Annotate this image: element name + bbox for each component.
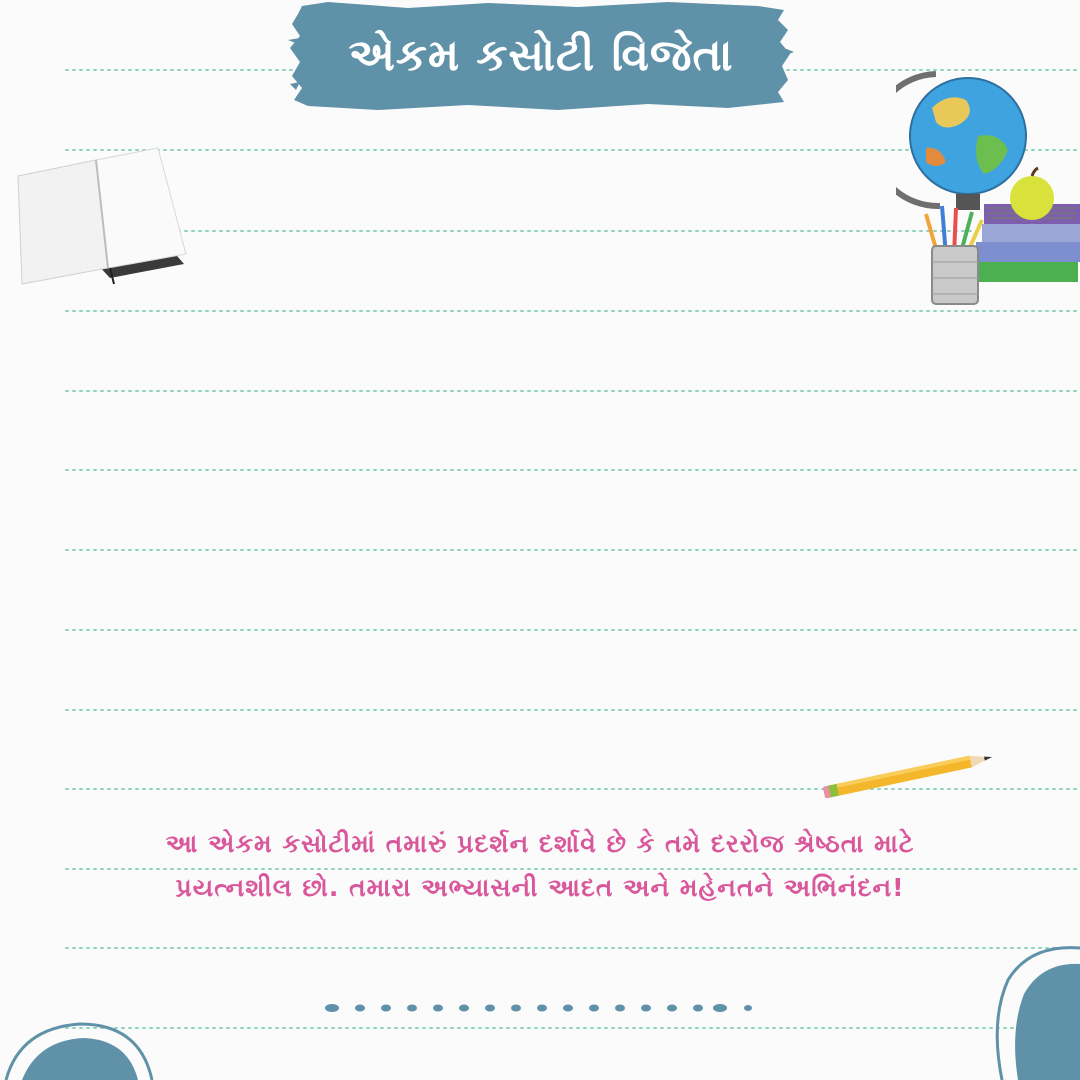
congratulation-message: આ એકમ કસોટીમાં તમારું પ્રદર્શન દર્શાવે છ… <box>100 822 980 910</box>
dotted-divider <box>325 1004 752 1012</box>
bottom-right-blob <box>995 946 1080 1080</box>
message-line-2: પ્રયત્નશીલ છો. તમારા અભ્યાસની આદત અને મહ… <box>175 873 905 902</box>
bottom-left-blob <box>4 1022 154 1080</box>
message-line-1: આ એકમ કસોટીમાં તમારું પ્રદર્શન દર્શાવે છ… <box>165 829 915 858</box>
pencil-icon <box>823 755 993 798</box>
page-title: એકમ કસોટી વિજેતા <box>348 29 734 81</box>
certificate-page: એકમ કસોટી વિજેતા આ એકમ કસોટીમાં તમારું પ… <box>0 0 1080 1080</box>
open-book-icon <box>17 147 187 285</box>
globe-and-school-supplies-icon <box>896 71 1080 305</box>
